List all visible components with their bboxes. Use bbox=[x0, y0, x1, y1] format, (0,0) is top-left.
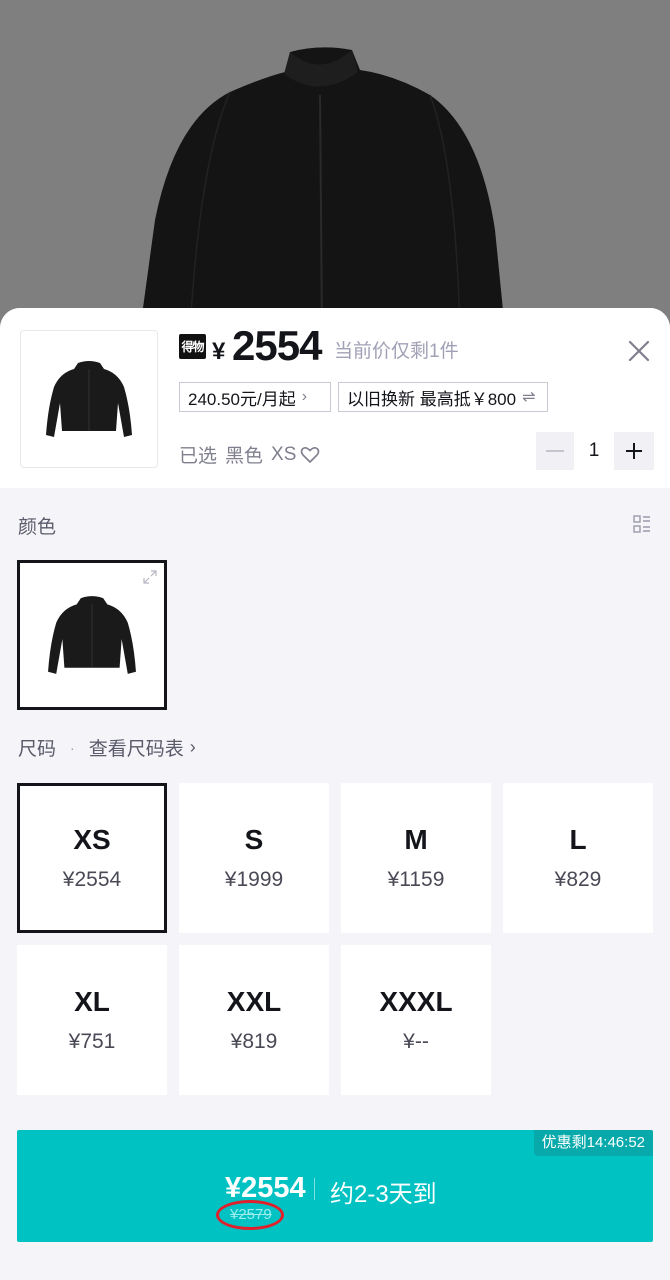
delivery-estimate: 约2-3天到 bbox=[330, 1181, 437, 1208]
size-price: ¥-- bbox=[403, 1030, 429, 1053]
list-view-icon[interactable] bbox=[632, 514, 652, 534]
divider bbox=[314, 1178, 315, 1200]
trade-in-chip[interactable]: 以旧换新 最高抵￥800 ⇌ bbox=[338, 382, 548, 412]
brand-badge: 得物 bbox=[179, 334, 206, 359]
size-name: M bbox=[404, 824, 428, 855]
size-chart-link[interactable]: 查看尺码表 bbox=[89, 734, 184, 761]
color-option-black[interactable] bbox=[17, 560, 167, 710]
size-name: XXL bbox=[226, 986, 282, 1017]
stock-note: 当前价仅剩1件 bbox=[334, 341, 459, 362]
size-name: XXXL bbox=[379, 986, 453, 1017]
size-price: ¥819 bbox=[230, 1030, 278, 1053]
heart-icon[interactable] bbox=[300, 445, 320, 465]
minus-icon bbox=[546, 450, 564, 452]
size-option-xl[interactable]: XL ¥751 bbox=[17, 945, 167, 1095]
product-thumbnail[interactable] bbox=[20, 330, 158, 468]
size-section-label: 尺码 bbox=[18, 739, 57, 760]
selected-label: 已选 bbox=[179, 446, 218, 467]
chevron-right-icon: › bbox=[301, 388, 308, 405]
current-price: 2554 bbox=[232, 322, 322, 369]
quantity-value: 1 bbox=[588, 440, 600, 461]
size-price: ¥829 bbox=[554, 868, 602, 891]
selected-summary: 已选 黑色 XS bbox=[179, 441, 320, 468]
selected-color: 黑色 bbox=[225, 446, 264, 467]
size-option-xxl[interactable]: XXL ¥819 bbox=[179, 945, 329, 1095]
sheet-header: 得物 ¥ 2554 当前价仅剩1件 240.50元/月起 › 以旧换新 最高抵￥… bbox=[0, 308, 670, 488]
size-name: XL bbox=[74, 986, 110, 1017]
quantity-increase-button[interactable] bbox=[614, 432, 654, 470]
quantity-decrease-button[interactable] bbox=[536, 432, 574, 470]
size-name: S bbox=[244, 824, 264, 855]
jacket-image bbox=[140, 47, 505, 330]
red-circle-annotation bbox=[216, 1200, 284, 1230]
price-currency: ¥ bbox=[212, 338, 226, 365]
size-option-xs[interactable]: XS ¥2554 bbox=[17, 783, 167, 933]
color-section-label: 颜色 bbox=[18, 517, 57, 538]
expand-icon[interactable] bbox=[142, 569, 158, 585]
size-option-s[interactable]: S ¥1999 bbox=[179, 783, 329, 933]
size-option-m[interactable]: M ¥1159 bbox=[341, 783, 491, 933]
selected-size: XS bbox=[271, 443, 297, 465]
buy-button[interactable]: 优惠剩14:46:52 ¥2554 ¥2579 约2-3天到 bbox=[17, 1130, 653, 1242]
sku-selector-sheet: 得物 ¥ 2554 当前价仅剩1件 240.50元/月起 › 以旧换新 最高抵￥… bbox=[0, 308, 670, 1280]
installment-text: 240.50元/月起 bbox=[188, 389, 296, 409]
separator-dot: · bbox=[70, 739, 75, 756]
size-price: ¥751 bbox=[68, 1030, 116, 1053]
discount-timer-badge: 优惠剩14:46:52 bbox=[533, 1130, 653, 1156]
size-price: ¥2554 bbox=[62, 868, 122, 891]
installment-chip[interactable]: 240.50元/月起 › bbox=[179, 382, 331, 412]
size-price: ¥1159 bbox=[387, 868, 445, 891]
product-hero-image bbox=[0, 0, 670, 330]
size-name: L bbox=[569, 824, 587, 855]
close-icon[interactable] bbox=[626, 338, 652, 364]
size-section-header: 尺码 · 查看尺码表 › bbox=[18, 734, 196, 761]
size-option-xxxl[interactable]: XXXL ¥-- bbox=[341, 945, 491, 1095]
size-option-l[interactable]: L ¥829 bbox=[503, 783, 653, 933]
swap-icon: ⇌ bbox=[522, 389, 536, 406]
plus-icon bbox=[626, 443, 642, 459]
jacket-color-image bbox=[48, 596, 136, 674]
chevron-right-icon: › bbox=[189, 737, 196, 757]
jacket-thumbnail-image bbox=[46, 361, 132, 437]
size-price: ¥1999 bbox=[224, 868, 284, 891]
size-name: XS bbox=[73, 824, 111, 855]
trade-in-text: 以旧换新 最高抵￥800 bbox=[347, 389, 517, 409]
